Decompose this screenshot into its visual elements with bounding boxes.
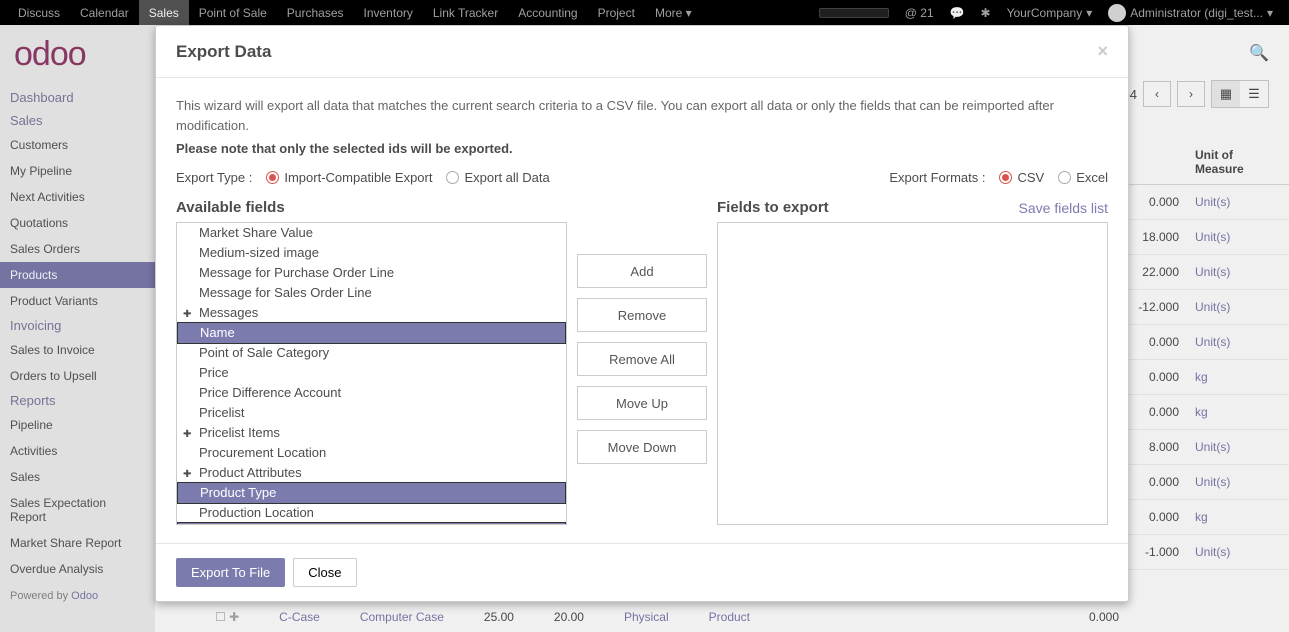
field-products[interactable]: Products: [177, 522, 566, 525]
radio-import-compatible[interactable]: Import-Compatible Export: [266, 170, 432, 185]
available-fields-title: Available fields: [176, 199, 567, 216]
modal-note: Please note that only the selected ids w…: [176, 141, 1108, 156]
fields-to-export-list[interactable]: [717, 222, 1108, 525]
field-pricelist[interactable]: Pricelist: [177, 403, 566, 423]
radio-export-all[interactable]: Export all Data: [446, 170, 549, 185]
field-pricelist-items[interactable]: Pricelist Items: [177, 423, 566, 443]
field-medium-sized-image[interactable]: Medium-sized image: [177, 243, 566, 263]
field-product-attributes[interactable]: Product Attributes: [177, 463, 566, 483]
field-product-type[interactable]: Product Type: [177, 482, 566, 504]
remove-button[interactable]: Remove: [577, 298, 707, 332]
field-market-share-value[interactable]: Market Share Value: [177, 223, 566, 243]
save-fields-link[interactable]: Save fields list: [1019, 200, 1108, 216]
field-point-of-sale-category[interactable]: Point of Sale Category: [177, 343, 566, 363]
field-name[interactable]: Name: [177, 322, 566, 344]
export-to-file-button[interactable]: Export To File: [176, 558, 285, 587]
export-type-label: Export Type :: [176, 170, 252, 185]
export-format-label: Export Formats :: [889, 170, 985, 185]
modal-title: Export Data: [176, 42, 1097, 62]
move-down-button[interactable]: Move Down: [577, 430, 707, 464]
field-procurement-location[interactable]: Procurement Location: [177, 443, 566, 463]
available-fields-list[interactable]: Market Share ValueMedium-sized imageMess…: [176, 222, 567, 525]
field-message-for-purchase-order-line[interactable]: Message for Purchase Order Line: [177, 263, 566, 283]
fields-to-export-title: Fields to export: [717, 199, 829, 216]
radio-excel[interactable]: Excel: [1058, 170, 1108, 185]
radio-csv[interactable]: CSV: [999, 170, 1044, 185]
close-button[interactable]: Close: [293, 558, 356, 587]
field-price[interactable]: Price: [177, 363, 566, 383]
field-price-difference-account[interactable]: Price Difference Account: [177, 383, 566, 403]
close-icon[interactable]: ×: [1097, 41, 1108, 62]
remove-all-button[interactable]: Remove All: [577, 342, 707, 376]
field-messages[interactable]: Messages: [177, 303, 566, 323]
move-up-button[interactable]: Move Up: [577, 386, 707, 420]
export-modal: Export Data × This wizard will export al…: [155, 25, 1129, 602]
field-production-location[interactable]: Production Location: [177, 503, 566, 523]
modal-description: This wizard will export all data that ma…: [176, 96, 1108, 135]
add-button[interactable]: Add: [577, 254, 707, 288]
field-message-for-sales-order-line[interactable]: Message for Sales Order Line: [177, 283, 566, 303]
